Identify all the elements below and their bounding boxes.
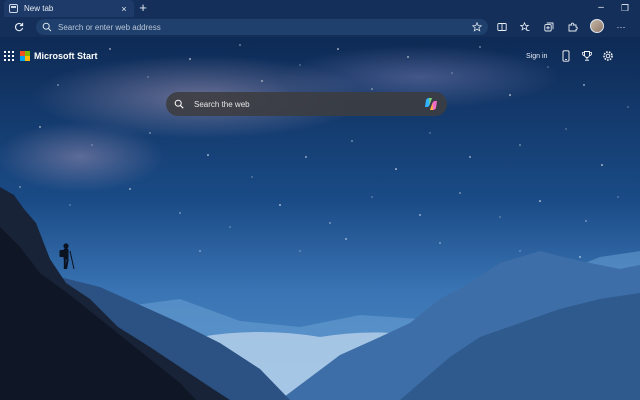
split-screen-icon[interactable]	[495, 20, 509, 34]
search-input[interactable]	[194, 99, 423, 109]
favorites-icon[interactable]	[518, 20, 532, 34]
copilot-icon[interactable]	[423, 97, 439, 111]
rewards-trophy-icon[interactable]	[580, 49, 594, 63]
site-info-icon[interactable]	[42, 22, 52, 32]
new-tab-button[interactable]: +	[136, 1, 150, 15]
sign-in-link[interactable]: Sign in	[526, 53, 547, 60]
brand-title: Microsoft Start	[34, 51, 98, 61]
hiker-silhouette	[59, 243, 75, 270]
tab-title: New tab	[24, 4, 54, 13]
refresh-icon[interactable]	[12, 20, 26, 34]
more-menu-icon[interactable]: ···	[614, 20, 628, 34]
tab-new-tab[interactable]: New tab ×	[4, 0, 134, 17]
phone-icon[interactable]	[559, 49, 573, 63]
web-search-box[interactable]	[166, 92, 447, 116]
tab-strip: New tab × + – ❐	[0, 0, 640, 17]
minimize-button[interactable]: –	[592, 1, 610, 15]
newtab-page-icon	[9, 4, 18, 13]
microsoft-start-brand[interactable]: Microsoft Start	[4, 51, 98, 61]
apps-grid-icon[interactable]	[4, 51, 14, 61]
close-tab-icon[interactable]: ×	[119, 4, 129, 14]
new-tab-page: Microsoft Start Sign in	[0, 37, 640, 400]
microsoft-logo-icon	[20, 51, 30, 61]
search-icon	[174, 99, 184, 109]
browser-toolbar: ···	[0, 17, 640, 37]
profile-avatar[interactable]	[590, 19, 604, 33]
restore-button[interactable]: ❐	[616, 1, 634, 15]
extensions-icon[interactable]	[566, 20, 580, 34]
gear-icon[interactable]	[601, 49, 615, 63]
collections-icon[interactable]	[542, 20, 556, 34]
star-outline-icon[interactable]	[472, 22, 482, 32]
address-input[interactable]	[58, 22, 472, 32]
address-bar[interactable]	[36, 19, 488, 35]
